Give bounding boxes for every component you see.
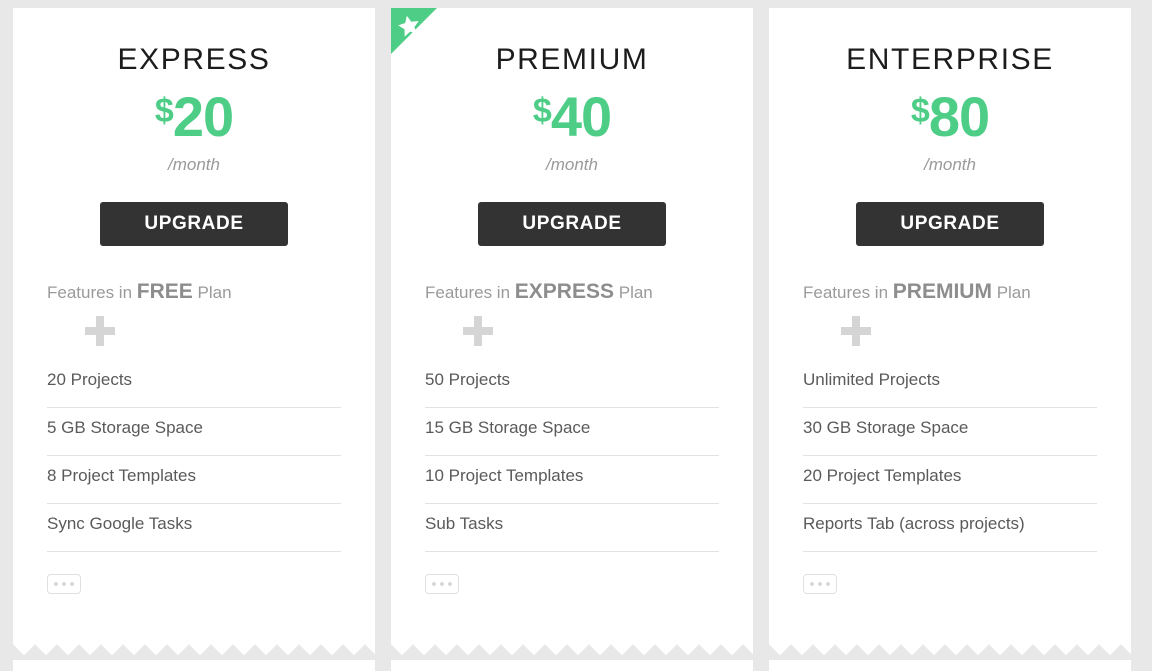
plan-price: $80 [769,89,1131,145]
list-item: Sub Tasks [425,504,719,552]
torn-edge-decoration [769,627,1131,660]
ellipsis-dot-icon [432,582,436,586]
features-heading-plan: PREMIUM [892,280,992,303]
list-item: 50 Projects [425,360,719,408]
list-item: Unlimited Projects [803,360,1097,408]
price-amount: 80 [928,85,990,148]
features-heading: Features in EXPRESS Plan [425,280,753,304]
plan-title: ENTERPRISE [846,43,1054,76]
price-currency: $ [532,92,552,130]
list-item: 30 GB Storage Space [803,408,1097,456]
features-heading-plan: EXPRESS [514,280,614,303]
list-item: 10 Project Templates [425,456,719,504]
plan-price: $40 [391,89,753,145]
list-item: Sync Google Tasks [47,504,341,552]
price-period: /month [546,155,598,174]
list-item: 20 Projects [47,360,341,408]
plus-icon [463,316,493,346]
ellipsis-dot-icon [826,582,830,586]
ellipsis-dot-icon [54,582,58,586]
plan-card-express: EXPRESS $20 /month UPGRADE Features in F… [13,8,375,671]
price-amount: 20 [172,85,234,148]
more-options-button[interactable] [425,574,459,594]
features-heading-prefix: Features in [425,283,511,302]
feature-list: Unlimited Projects 30 GB Storage Space 2… [803,360,1097,552]
star-icon [398,15,419,37]
features-heading-suffix: Plan [618,283,653,302]
plus-icon [841,316,871,346]
plan-title: EXPRESS [117,43,271,76]
ellipsis-dot-icon [70,582,74,586]
list-item: Reports Tab (across projects) [803,504,1097,552]
upgrade-button[interactable]: UPGRADE [100,202,288,246]
ellipsis-dot-icon [62,582,66,586]
price-currency: $ [154,92,174,130]
plan-card-body: EXPRESS $20 /month UPGRADE Features in F… [13,8,375,660]
ellipsis-dot-icon [440,582,444,586]
features-heading-suffix: Plan [197,283,232,302]
features-heading: Features in FREE Plan [47,280,375,304]
price-period: /month [168,155,220,174]
list-item: 5 GB Storage Space [47,408,341,456]
features-heading-plan: FREE [136,280,193,303]
upgrade-button[interactable]: UPGRADE [478,202,666,246]
torn-edge-decoration [13,627,375,660]
feature-list: 20 Projects 5 GB Storage Space 8 Project… [47,360,341,552]
torn-edge-decoration [391,627,753,660]
more-options-button[interactable] [47,574,81,594]
features-heading: Features in PREMIUM Plan [803,280,1131,304]
features-heading-prefix: Features in [803,283,889,302]
features-heading-prefix: Features in [47,283,133,302]
price-currency: $ [910,92,930,130]
ellipsis-dot-icon [810,582,814,586]
plus-icon [85,316,115,346]
plan-card-body: ENTERPRISE $80 /month UPGRADE Features i… [769,8,1131,660]
ellipsis-dot-icon [448,582,452,586]
plan-card-body: PREMIUM $40 /month UPGRADE Features in E… [391,8,753,660]
upgrade-button[interactable]: UPGRADE [856,202,1044,246]
pricing-table: EXPRESS $20 /month UPGRADE Features in F… [0,0,1152,671]
more-options-button[interactable] [803,574,837,594]
ellipsis-dot-icon [818,582,822,586]
list-item: 8 Project Templates [47,456,341,504]
plan-card-premium: PREMIUM $40 /month UPGRADE Features in E… [391,8,753,671]
feature-list: 50 Projects 15 GB Storage Space 10 Proje… [425,360,719,552]
plan-title: PREMIUM [495,43,649,76]
features-heading-suffix: Plan [996,283,1031,302]
list-item: 20 Project Templates [803,456,1097,504]
plan-price: $20 [13,89,375,145]
featured-badge [391,8,437,54]
price-amount: 40 [550,85,612,148]
plan-card-enterprise: ENTERPRISE $80 /month UPGRADE Features i… [769,8,1131,671]
list-item: 15 GB Storage Space [425,408,719,456]
price-period: /month [924,155,976,174]
